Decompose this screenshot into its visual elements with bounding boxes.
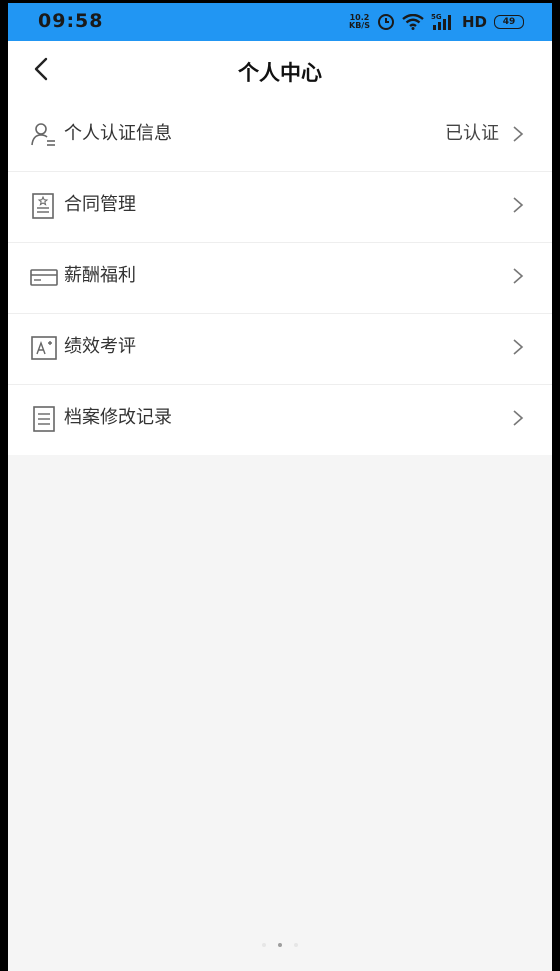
chevron-right-icon — [513, 126, 524, 142]
status-icons: 10.2 KB/S 5G HD 49 — [349, 12, 524, 32]
page-dot — [262, 943, 266, 947]
signal-icon: 5G — [431, 13, 451, 30]
grade-icon — [31, 336, 57, 360]
chevron-right-icon — [513, 268, 524, 284]
chevron-right-icon — [513, 410, 524, 426]
status-time: 09:58 — [38, 10, 104, 32]
menu-item-label: 合同管理 — [64, 194, 136, 215]
document-list-icon — [33, 406, 55, 432]
page-dot — [294, 943, 298, 947]
hd-label: HD — [461, 13, 487, 31]
menu-item-label: 薪酬福利 — [64, 265, 136, 286]
page-header: 个人中心 — [8, 41, 552, 101]
net-speed-unit: KB/S — [349, 21, 370, 30]
card-icon — [30, 269, 58, 286]
battery-icon: 49 — [494, 15, 524, 29]
menu-item-performance-review[interactable]: 绩效考评 — [8, 314, 552, 385]
menu-item-contract-management[interactable]: 合同管理 — [8, 172, 552, 243]
status-bar: 09:58 10.2 KB/S 5G HD 49 — [8, 3, 552, 41]
wifi-icon — [402, 14, 424, 30]
certification-status: 已认证 — [445, 123, 499, 144]
menu-item-personal-certification[interactable]: 个人认证信息 已认证 — [8, 101, 552, 172]
chevron-right-icon — [513, 339, 524, 355]
menu-item-salary-benefits[interactable]: 薪酬福利 — [8, 243, 552, 314]
menu-item-label: 个人认证信息 — [64, 123, 172, 144]
alarm-icon — [377, 14, 394, 30]
page-indicator — [8, 943, 552, 947]
menu-list: 个人认证信息 已认证 合同管理 薪酬福利 绩效考评 档案修改记录 — [8, 101, 552, 455]
menu-item-label: 档案修改记录 — [64, 407, 172, 428]
page-dot-active — [278, 943, 282, 947]
menu-item-label: 绩效考评 — [64, 336, 136, 357]
screen: 09:58 10.2 KB/S 5G HD 49 个人中心 个人认证信息 已认证… — [8, 3, 552, 971]
page-title: 个人中心 — [238, 61, 322, 85]
battery-level: 49 — [502, 17, 516, 27]
net-speed: 10.2 KB/S — [349, 14, 370, 30]
contract-icon — [32, 193, 54, 219]
menu-item-archive-change-log[interactable]: 档案修改记录 — [8, 385, 552, 455]
chevron-right-icon — [513, 197, 524, 213]
person-id-icon — [31, 123, 55, 146]
signal-label: 5G — [431, 13, 442, 21]
